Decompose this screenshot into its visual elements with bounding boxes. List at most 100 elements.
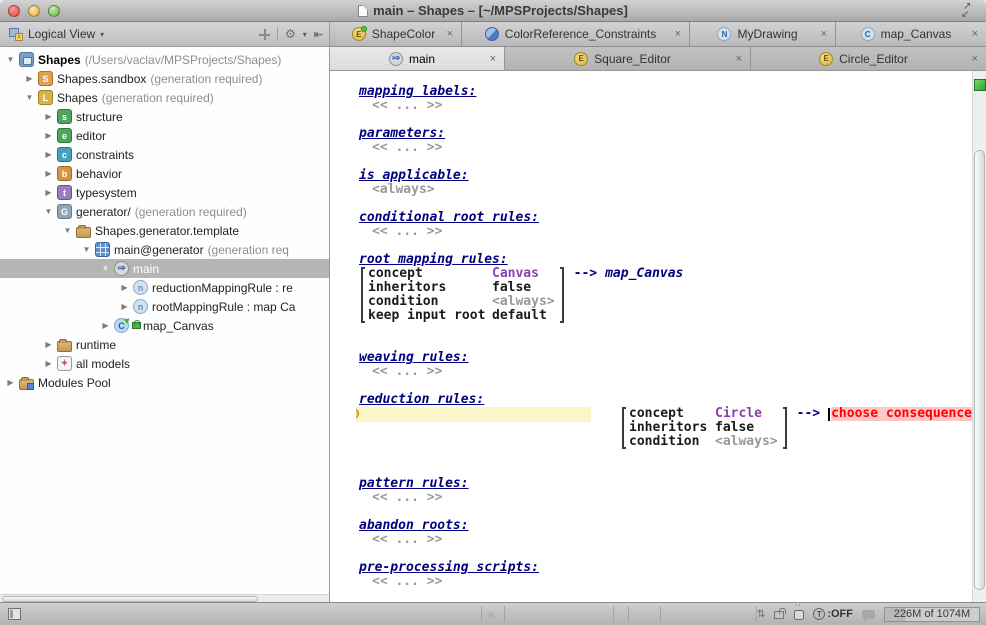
rule-key[interactable]: condition: [368, 295, 492, 309]
section-title[interactable]: is applicable:: [359, 169, 972, 183]
section-title[interactable]: abandon roots:: [359, 519, 972, 533]
section-title[interactable]: conditional root rules:: [359, 211, 972, 225]
expander-icon[interactable]: ▶: [42, 359, 55, 368]
tree-item-main-generator-model[interactable]: ▼ main@generator (generation req: [0, 240, 329, 259]
section-title[interactable]: weaving rules:: [359, 351, 972, 365]
empty-collection-cell[interactable]: << ... >>: [359, 491, 972, 505]
close-icon[interactable]: ×: [821, 28, 827, 40]
expander-icon[interactable]: ▶: [23, 74, 36, 83]
tree-item-project-shapes[interactable]: ▼ Shapes (/Users/vaclav/MPSProjects/Shap…: [0, 50, 329, 69]
unlocked-icon[interactable]: [774, 609, 783, 619]
error-cell-choose-consequence[interactable]: choose consequence: [831, 407, 972, 421]
rule-value[interactable]: default: [492, 309, 555, 323]
section-title[interactable]: reduction rules:: [359, 393, 972, 407]
reduction-rule[interactable]: concept Circle inheritors false conditio…: [359, 407, 972, 449]
scrollbar-thumb[interactable]: [974, 150, 985, 590]
tree-item-reduction-mapping-rule[interactable]: ▶ n reductionMappingRule : re: [0, 278, 329, 297]
typesystem-toggle[interactable]: T :OFF: [813, 608, 853, 620]
expander-icon[interactable]: ▼: [4, 55, 17, 64]
close-icon[interactable]: ×: [490, 53, 496, 65]
rule-key[interactable]: concept: [368, 267, 492, 281]
expander-icon[interactable]: ▶: [42, 169, 55, 178]
rule-key[interactable]: inheritors: [368, 281, 492, 295]
scroll-from-source-icon[interactable]: [259, 29, 270, 40]
empty-collection-cell[interactable]: << ... >>: [359, 365, 972, 379]
empty-collection-cell[interactable]: << ... >>: [359, 225, 972, 239]
rule-target-template[interactable]: map_Canvas: [605, 267, 683, 281]
rule-key[interactable]: condition: [629, 435, 715, 449]
section-title[interactable]: pattern rules:: [359, 477, 972, 491]
tree-item-all-models[interactable]: ▶ ✦ all models: [0, 354, 329, 373]
tab-main[interactable]: ⇒ main ×: [330, 47, 505, 70]
rule-key[interactable]: keep input root: [368, 309, 492, 323]
inspection-status-ok-icon[interactable]: [974, 79, 986, 91]
minimize-window-button[interactable]: [28, 5, 40, 17]
close-icon[interactable]: ×: [972, 28, 978, 40]
rule-key[interactable]: concept: [629, 407, 715, 421]
rule-key[interactable]: inheritors: [629, 421, 715, 435]
tab-circle-editor[interactable]: E Circle_Editor ×: [751, 47, 986, 70]
tree-item-map-canvas[interactable]: ▶ C map_Canvas: [0, 316, 329, 335]
tab-map-canvas[interactable]: C map_Canvas ×: [836, 22, 986, 46]
expander-icon[interactable]: ▶: [118, 302, 131, 311]
view-selector-button[interactable]: s Logical View ▾: [6, 25, 110, 43]
expander-icon[interactable]: ▼: [61, 226, 74, 235]
root-mapping-rule[interactable]: concept Canvas inheritors false conditio…: [359, 267, 972, 323]
expander-icon[interactable]: ▼: [99, 264, 112, 273]
close-icon[interactable]: ×: [736, 53, 742, 65]
tree-horizontal-scrollbar[interactable]: [0, 594, 329, 602]
tab-shapecolor[interactable]: E ShapeColor ×: [336, 22, 462, 46]
expander-icon[interactable]: ▶: [42, 150, 55, 159]
tree-item-generator-template[interactable]: ▼ Shapes.generator.template: [0, 221, 329, 240]
tree-item-constraints[interactable]: ▶ c constraints: [0, 145, 329, 164]
expander-icon[interactable]: ▶: [99, 321, 112, 330]
rule-value[interactable]: false: [715, 421, 778, 435]
empty-collection-cell[interactable]: << ... >>: [359, 99, 972, 113]
fullscreen-icon[interactable]: ↗↙: [963, 3, 978, 18]
tree-item-generator[interactable]: ▼ G generator/ (generation required): [0, 202, 329, 221]
section-title[interactable]: mapping labels:: [359, 85, 972, 99]
close-window-button[interactable]: [8, 5, 20, 17]
close-icon[interactable]: ×: [972, 53, 978, 65]
editor-vertical-scrollbar[interactable]: [972, 71, 986, 602]
expander-icon[interactable]: ▶: [4, 378, 17, 387]
expander-icon[interactable]: ▶: [42, 112, 55, 121]
hide-panel-icon[interactable]: ⇤: [314, 28, 323, 41]
rule-value[interactable]: <always>: [492, 295, 555, 309]
expander-icon[interactable]: ▶: [42, 340, 55, 349]
position-widget-icon[interactable]: ⇅: [757, 609, 765, 620]
section-title[interactable]: pre-processing scripts:: [359, 561, 972, 575]
toggle-toolbar-icon[interactable]: [8, 608, 21, 620]
empty-collection-cell[interactable]: << ... >>: [359, 575, 972, 589]
intention-lightbulb-icon[interactable]: [356, 408, 358, 421]
gear-icon[interactable]: ⚙: [285, 27, 296, 41]
tree-item-typesystem[interactable]: ▶ t typesystem: [0, 183, 329, 202]
rule-value[interactable]: <always>: [715, 435, 778, 449]
tree-item-modules-pool[interactable]: ▶ Modules Pool: [0, 373, 329, 392]
tab-mydrawing[interactable]: N MyDrawing ×: [690, 22, 836, 46]
always-cell[interactable]: <always>: [359, 183, 972, 197]
event-log-balloon-icon[interactable]: [862, 610, 875, 619]
background-tasks-icon[interactable]: ✳: [486, 608, 496, 622]
expander-icon[interactable]: ▼: [42, 207, 55, 216]
tree-item-structure[interactable]: ▶ s structure: [0, 107, 329, 126]
tab-square-editor[interactable]: E Square_Editor ×: [505, 47, 751, 70]
close-icon[interactable]: ×: [675, 28, 681, 40]
tree-item-runtime[interactable]: ▶ runtime: [0, 335, 329, 354]
tree-item-behavior[interactable]: ▶ b behavior: [0, 164, 329, 183]
rule-value[interactable]: false: [492, 281, 555, 295]
section-title[interactable]: parameters:: [359, 127, 972, 141]
tree-item-editor[interactable]: ▶ e editor: [0, 126, 329, 145]
expander-icon[interactable]: ▶: [42, 188, 55, 197]
hector-inspector-icon[interactable]: [792, 608, 804, 620]
memory-indicator[interactable]: 226M of 1074M: [884, 607, 980, 622]
tree-item-root-mapping-rule[interactable]: ▶ n rootMappingRule : map Ca: [0, 297, 329, 316]
rule-value-concept[interactable]: Canvas: [492, 267, 555, 281]
tree-item-shapes-sandbox[interactable]: ▶ S Shapes.sandbox (generation required): [0, 69, 329, 88]
tree-item-shapes-language[interactable]: ▼ L Shapes (generation required): [0, 88, 329, 107]
zoom-window-button[interactable]: [48, 5, 60, 17]
expander-icon[interactable]: ▼: [23, 93, 36, 102]
section-title[interactable]: root mapping rules:: [359, 253, 972, 267]
close-icon[interactable]: ×: [447, 28, 453, 40]
expander-icon[interactable]: ▼: [80, 245, 93, 254]
